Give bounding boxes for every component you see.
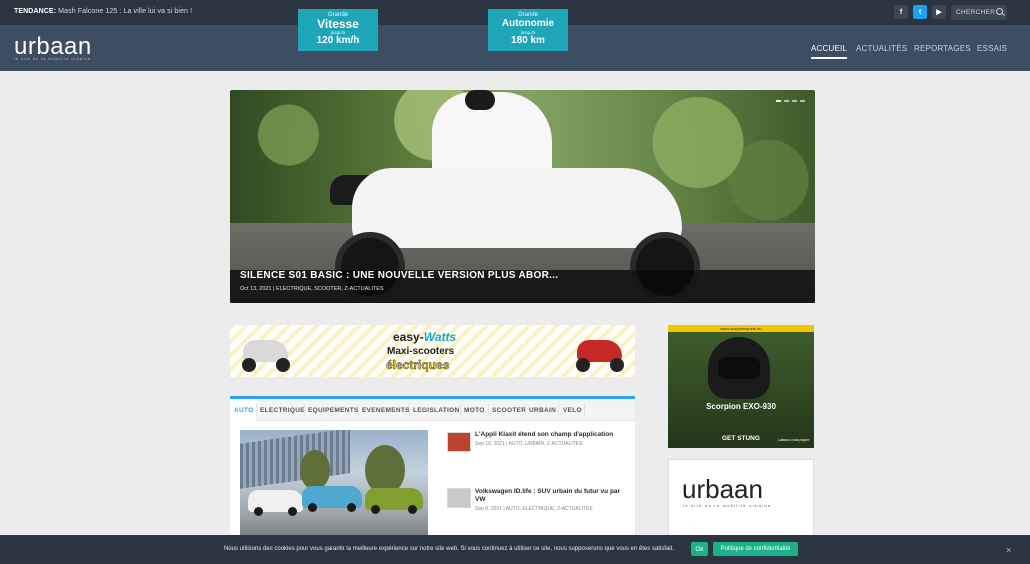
nav-actualites[interactable]: ACTUALITÉS	[856, 44, 907, 53]
car-wheel	[347, 503, 356, 512]
tab-velo[interactable]: VELO	[563, 407, 582, 414]
tab-auto[interactable]: AUTO	[234, 407, 254, 414]
building	[240, 430, 350, 489]
tab-urbain[interactable]: URBAIN	[529, 407, 556, 414]
car-wheel	[288, 507, 297, 516]
scorpion-ad[interactable]: www.scorpionsports.eu Scorpion EXO-930 G…	[668, 325, 814, 448]
article-title[interactable]: L'Appli Klaxit étend son champ d'applica…	[475, 431, 625, 439]
trending-text[interactable]: Mash Falcone 125 : La ville lui va si bi…	[58, 8, 192, 15]
tab-divider	[558, 404, 559, 416]
search-button[interactable]: CHERCHER	[951, 5, 1007, 20]
car-wheel	[408, 505, 417, 514]
autonomy-badge: Grande Autonomie jusqu'à 180 km	[488, 9, 568, 51]
tab-divider	[460, 404, 461, 416]
nav-accueil[interactable]: ACCUEIL	[811, 44, 848, 59]
slider-dot[interactable]	[800, 100, 805, 102]
youtube-icon[interactable]: ▶	[932, 5, 946, 19]
ad-slogan: GET STUNG	[722, 435, 760, 442]
tab-electrique[interactable]: ELECTRIQUE	[260, 407, 305, 414]
car	[302, 486, 362, 512]
cookie-text: Nous utilisons des cookies pour vous gar…	[224, 546, 674, 552]
nav-essais[interactable]: ESSAIS	[977, 44, 1007, 53]
cookie-ok-button[interactable]: Ok	[691, 542, 708, 556]
hero-title[interactable]: SILENCE S01 BASIC : UNE NOUVELLE VERSION…	[240, 270, 558, 281]
banner-subtitle-2: électriques	[386, 358, 450, 372]
hero-meta: Oct 13, 2021 | ELECTRIQUE, SCOOTER, Z-AC…	[240, 286, 384, 292]
badge-line: Vitesse	[317, 17, 359, 31]
privacy-policy-button[interactable]: Politique de confidentialité	[713, 542, 798, 556]
banner-scooter-image	[238, 330, 293, 375]
ad-small-text: Laissez-vous piquer	[778, 438, 810, 442]
close-icon[interactable]: ×	[1006, 545, 1011, 555]
slider-dots[interactable]	[776, 100, 805, 102]
search-label: CHERCHER	[956, 9, 996, 16]
tab-divider	[525, 404, 526, 416]
tab-divider	[409, 404, 410, 416]
article-thumbnail[interactable]	[447, 488, 471, 508]
scooter-wheel	[576, 358, 590, 372]
site-tagline: le site de la mobilité urbaine	[14, 57, 92, 61]
tab-evenements[interactable]: EVENEMENTS	[362, 407, 410, 414]
tab-divider	[358, 404, 359, 416]
tab-divider	[256, 404, 257, 416]
tab-moto[interactable]: MOTO	[464, 407, 485, 414]
article-meta: Sep 18, 2021 | AUTO, URBAIN, Z-ACTUALITE…	[475, 441, 583, 447]
banner-brand: easy-Watts	[393, 330, 456, 344]
badge-line: 120 km/h	[316, 35, 360, 46]
tab-divider	[304, 404, 305, 416]
car-wheel	[308, 503, 317, 512]
car	[365, 488, 423, 514]
tab-divider	[584, 404, 585, 416]
tab-legislation[interactable]: LEGISLATION	[413, 407, 460, 414]
facebook-icon[interactable]: f	[894, 5, 908, 19]
ad-url: www.scorpionsports.eu	[668, 325, 814, 332]
tab-divider	[488, 404, 489, 416]
banner-brand-accent: Watts	[423, 330, 457, 344]
car-wheel	[371, 505, 380, 514]
hero-rider-helmet	[465, 90, 495, 110]
slider-dot[interactable]	[784, 100, 789, 102]
ad-product-name: Scorpion EXO-930	[706, 402, 776, 411]
tab-scooter[interactable]: SCOOTER	[492, 407, 526, 414]
speed-badge: Grande Vitesse jusqu'à 120 km/h	[298, 9, 378, 51]
scooter-wheel	[610, 358, 624, 372]
car	[248, 490, 303, 516]
promo-tagline: le site de la mobilité urbaine	[683, 503, 772, 508]
promo-logo: urbaan	[682, 474, 763, 504]
search-icon	[996, 8, 1003, 15]
helmet-visor	[718, 357, 760, 379]
scooter-wheel	[276, 358, 290, 372]
tab-equipements[interactable]: EQUIPEMENTS	[308, 407, 359, 414]
twitter-icon[interactable]: t	[913, 5, 927, 19]
slider-dot[interactable]	[776, 100, 781, 102]
article-title[interactable]: Volkswagen ID.life : SUV urbain du futur…	[475, 488, 630, 504]
helmet-image	[708, 337, 770, 399]
badge-line: 180 km	[511, 35, 545, 46]
slider-dot[interactable]	[792, 100, 797, 102]
featured-article-image[interactable]	[240, 430, 428, 536]
article-thumbnail[interactable]	[447, 432, 471, 452]
scooter-wheel	[242, 358, 256, 372]
banner-scooter-image	[572, 330, 627, 375]
banner-brand-text: easy-	[393, 330, 424, 344]
trending-ticker[interactable]: TENDANCE: Mash Falcone 125 : La ville lu…	[14, 8, 192, 15]
badge-line: Autonomie	[501, 18, 555, 29]
car-wheel	[254, 507, 263, 516]
hero-scooter	[352, 168, 682, 248]
trending-label: TENDANCE:	[14, 8, 57, 15]
tree	[300, 450, 330, 490]
nav-reportages[interactable]: REPORTAGES	[914, 44, 971, 53]
banner-subtitle: Maxi-scooters	[387, 346, 455, 357]
article-meta: Sep 8, 2021 | AUTO, ELECTRIQUE, Z-ACTUAL…	[475, 506, 593, 512]
